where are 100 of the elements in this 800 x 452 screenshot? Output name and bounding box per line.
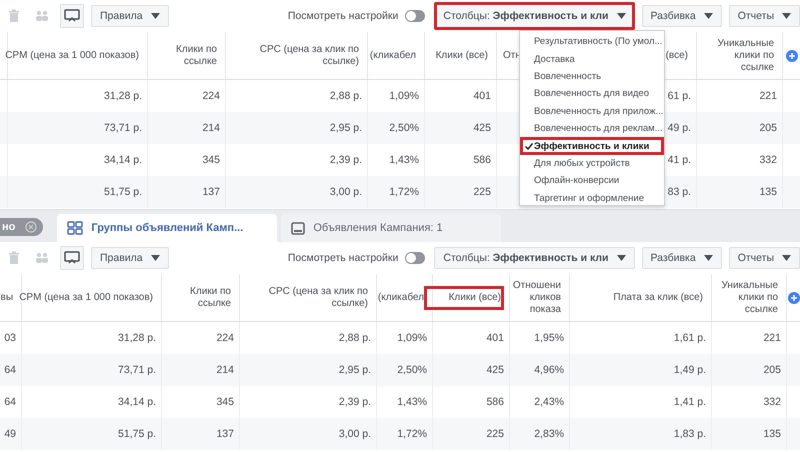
column-header[interactable]: Уникальные клики по ссылке bbox=[714, 34, 777, 76]
menu-item[interactable]: Результативность (По умол... bbox=[520, 33, 664, 50]
add-icon[interactable] bbox=[788, 292, 800, 304]
column-header[interactable]: вы bbox=[0, 288, 16, 306]
table-cell: 224 bbox=[202, 90, 220, 102]
table-cell: 49 bbox=[4, 428, 16, 440]
table-cell: 2,39 р. bbox=[338, 396, 371, 408]
menu-item[interactable]: Вовлеченность для прилож... bbox=[520, 102, 664, 120]
settings-toggle[interactable] bbox=[405, 252, 426, 264]
table-cell: 225 bbox=[486, 428, 504, 440]
column-header[interactable]: Клики по ссылке bbox=[187, 282, 234, 312]
caret-icon bbox=[616, 255, 626, 261]
table-cell: 03 bbox=[4, 332, 16, 344]
table-cell: 2,39 р. bbox=[330, 154, 362, 166]
menu-item[interactable]: Доставка bbox=[520, 50, 664, 68]
table-cell: 34,14 р. bbox=[104, 154, 142, 166]
table-cell: 221 bbox=[763, 332, 781, 344]
column-header[interactable]: Отношени кликов показа bbox=[510, 276, 564, 318]
caret-icon bbox=[616, 13, 626, 19]
table-cell: 2,83% bbox=[534, 428, 564, 440]
table-cell: 135 bbox=[759, 186, 777, 198]
column-header[interactable]: CPC (цена за клик по ссылке) bbox=[266, 282, 371, 312]
table-cell: 41 р. bbox=[668, 154, 691, 166]
table-cell: 73,71 р. bbox=[118, 364, 156, 376]
table-cell: 64 bbox=[4, 364, 16, 376]
caret-icon bbox=[150, 255, 160, 261]
monitor-icon bbox=[291, 222, 306, 234]
column-header[interactable]: (все) bbox=[662, 46, 691, 64]
table-cell: 137 bbox=[202, 186, 220, 198]
table-cell: 2,95 р. bbox=[330, 122, 362, 134]
rules-button[interactable]: Правила bbox=[91, 5, 169, 27]
table-cell: 221 bbox=[759, 90, 777, 102]
column-header[interactable]: Клики по ссылке bbox=[173, 40, 220, 70]
caret-icon bbox=[150, 13, 160, 19]
add-icon[interactable] bbox=[786, 50, 798, 62]
table-cell: 83 р. bbox=[668, 186, 691, 198]
column-header[interactable]: Уникальные клики по ссылке bbox=[718, 276, 781, 318]
settings-label: Посмотреть настройки bbox=[288, 252, 398, 264]
table-cell: 2,50% bbox=[397, 364, 427, 376]
table-cell: 61 р. bbox=[668, 90, 691, 102]
table-cell: 34,14 р. bbox=[118, 396, 156, 408]
table-cell: 401 bbox=[486, 332, 504, 344]
column-header[interactable]: CPC (цена за клик по ссылке) bbox=[256, 40, 362, 70]
close-icon[interactable] bbox=[25, 221, 38, 233]
table-cell: 1,41 р. bbox=[674, 396, 706, 408]
columns-button[interactable]: Столбцы: Эффективность и кли bbox=[434, 2, 634, 30]
share-button[interactable] bbox=[60, 246, 84, 270]
tab[interactable]: Группы объявлений Камп... bbox=[57, 214, 278, 242]
table-cell: 586 bbox=[486, 396, 504, 408]
menu-item[interactable]: Вовлеченность для реклам... bbox=[520, 120, 664, 138]
table-cell: 2,50% bbox=[389, 122, 419, 134]
column-header[interactable]: Клики (все) bbox=[432, 46, 491, 64]
table-cell: 51,75 р. bbox=[118, 428, 156, 440]
reports-button[interactable]: Отчеты bbox=[728, 5, 800, 27]
table-cell: 49 р. bbox=[668, 122, 691, 134]
menu-item[interactable]: Таргетинг и оформление bbox=[520, 190, 664, 207]
table-cell: 225 bbox=[473, 186, 491, 198]
menu-item[interactable]: Эффективность и клики bbox=[520, 137, 664, 155]
menu-item[interactable]: Для любых устройств bbox=[520, 154, 664, 172]
people-icon[interactable] bbox=[35, 252, 49, 264]
table-cell: 214 bbox=[202, 122, 220, 134]
trash-icon[interactable] bbox=[8, 9, 20, 23]
table-cell: 1,43% bbox=[389, 154, 419, 166]
caret-icon bbox=[782, 13, 791, 19]
breakdown-button[interactable]: Разбивка bbox=[642, 5, 722, 27]
table-cell: 1,72% bbox=[389, 186, 419, 198]
table-cell: 214 bbox=[216, 364, 234, 376]
share-button[interactable] bbox=[60, 4, 84, 28]
column-header[interactable]: Клики (все) bbox=[424, 286, 504, 310]
menu-item[interactable]: Вовлеченность для видео bbox=[520, 85, 664, 103]
table-cell: 31,28 р. bbox=[118, 332, 156, 344]
tab[interactable]: Объявления Кампания: 1 bbox=[281, 214, 502, 242]
settings-toggle[interactable] bbox=[405, 10, 426, 22]
table-cell: 1,49 р. bbox=[674, 364, 706, 376]
table-cell: 425 bbox=[486, 364, 504, 376]
check-icon bbox=[525, 142, 533, 150]
menu-item[interactable]: Вовлеченность bbox=[520, 68, 664, 86]
caret-icon bbox=[704, 13, 713, 19]
table-cell: 345 bbox=[216, 396, 234, 408]
table-cell: 64 bbox=[4, 396, 16, 408]
table-cell: 4,96% bbox=[534, 364, 564, 376]
columns-button[interactable]: Столбцы: Эффективность и кли bbox=[434, 247, 634, 269]
table-cell: 1,09% bbox=[389, 90, 419, 102]
breakdown-button[interactable]: Разбивка bbox=[642, 247, 722, 269]
table-cell: 205 bbox=[759, 122, 777, 134]
table-cell: 345 bbox=[202, 154, 220, 166]
reports-button[interactable]: Отчеты bbox=[728, 247, 800, 269]
table-cell: 1,09% bbox=[397, 332, 427, 344]
column-header[interactable]: Плата за клик (все) bbox=[610, 288, 706, 306]
people-icon[interactable] bbox=[35, 10, 49, 22]
column-header[interactable]: CPM (цена за 1 000 показов) bbox=[2, 46, 142, 64]
column-header[interactable]: (кликабел bbox=[366, 46, 419, 64]
rules-button[interactable]: Правила bbox=[91, 247, 169, 269]
share-icon bbox=[64, 9, 80, 23]
table-cell: 51,75 р. bbox=[104, 186, 142, 198]
column-header[interactable]: CPM (цена за 1 000 показов) bbox=[16, 288, 156, 306]
table-cell: 1,61 р. bbox=[674, 332, 706, 344]
trash-icon[interactable] bbox=[8, 251, 20, 265]
menu-item[interactable]: Офлайн-конверсии bbox=[520, 172, 664, 190]
table-cell: 1,83 р. bbox=[674, 428, 706, 440]
